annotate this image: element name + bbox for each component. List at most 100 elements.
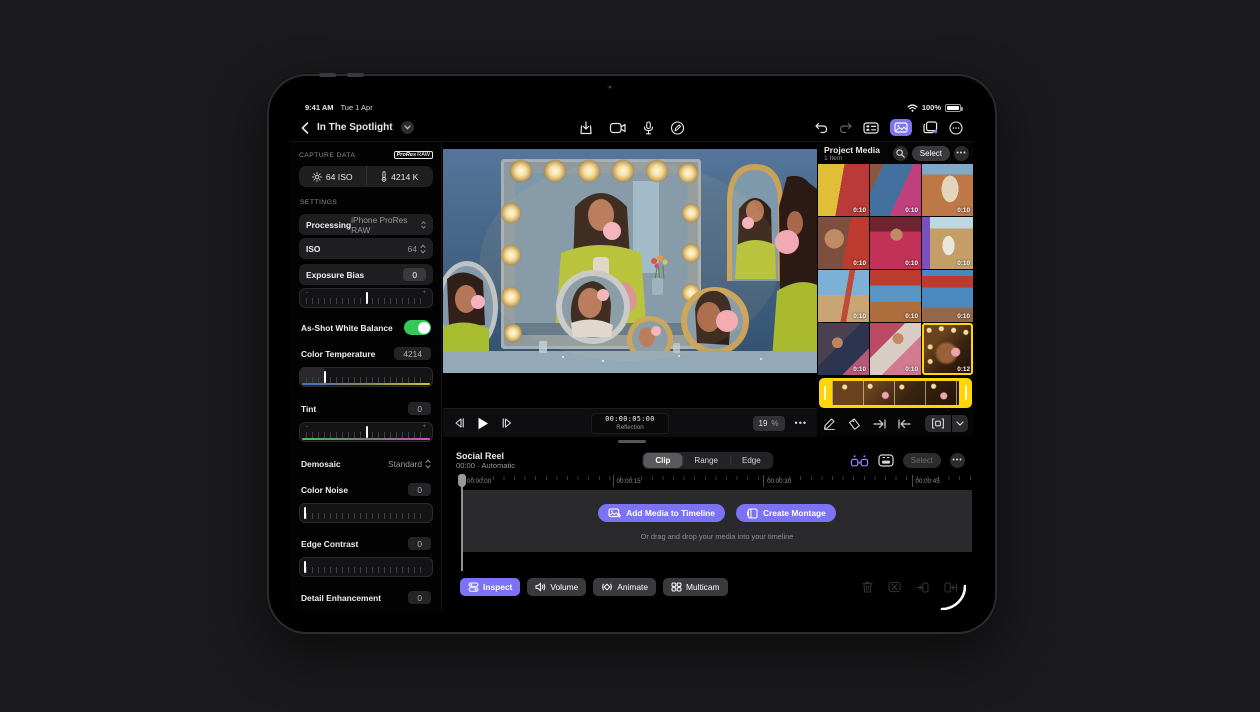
clip-duration: 0:10 — [853, 313, 866, 320]
connect-clips-icon[interactable] — [850, 454, 869, 468]
media-item-count: 1 Item — [824, 155, 880, 162]
trash-icon[interactable] — [862, 581, 873, 593]
volume-down-button — [347, 73, 364, 77]
media-thumbnail[interactable]: 0:10 — [922, 217, 973, 269]
frame-back-icon[interactable] — [453, 418, 464, 428]
white-balance-toggle[interactable] — [404, 320, 431, 335]
media-thumbnail[interactable]: 0:10 — [818, 164, 869, 216]
exposure-bias-slider[interactable]: -+ — [299, 288, 433, 308]
trim-handle-right[interactable] — [965, 386, 967, 400]
playhead-handle[interactable] — [458, 474, 466, 487]
back-icon[interactable] — [301, 122, 309, 134]
demosaic-row[interactable]: Demosaic Standard — [299, 453, 433, 474]
search-icon — [896, 149, 905, 158]
zoom-unit: % — [771, 419, 778, 428]
append-icon[interactable] — [873, 419, 886, 429]
capture-data-heading: CAPTURE DATA — [299, 152, 355, 159]
media-thumbnail[interactable]: 0:10 — [922, 164, 973, 216]
index-browser-icon[interactable] — [863, 122, 879, 134]
animate-button[interactable]: Animate — [593, 578, 656, 596]
volume-button[interactable]: Volume — [527, 578, 586, 596]
timeline-ruler[interactable]: 00:00:0000:00:1500:00:3000:00:45 — [461, 474, 973, 489]
selected-clip-filmstrip[interactable] — [819, 378, 972, 408]
title-menu-button[interactable] — [401, 121, 414, 134]
media-thumbnail[interactable]: 0:10 — [870, 217, 921, 269]
video-viewer[interactable] — [443, 142, 817, 408]
media-thumbnail[interactable]: 0:10 — [922, 270, 973, 322]
processing-row[interactable]: Processing iPhone ProRes RAW — [299, 214, 433, 235]
media-select-button[interactable]: Select — [912, 146, 950, 161]
media-thumbnail-selected[interactable]: 0:12 — [922, 323, 973, 375]
multicam-icon — [671, 582, 682, 592]
multicam-button[interactable]: Multicam — [663, 578, 728, 596]
play-button[interactable] — [477, 417, 489, 430]
blade-icon[interactable] — [888, 581, 901, 593]
exposure-bias-value[interactable]: 0 — [403, 268, 426, 281]
edge-contrast-value[interactable]: 0 — [408, 537, 431, 550]
trim-handle-left[interactable] — [824, 386, 826, 400]
media-more-button[interactable]: ••• — [954, 146, 969, 161]
rename-pencil-icon[interactable] — [823, 417, 836, 430]
color-temperature-value[interactable]: 4214 — [394, 347, 431, 360]
media-browser-toggle[interactable] — [890, 119, 912, 136]
edge-contrast-slider[interactable] — [299, 557, 433, 577]
insert-icon[interactable] — [916, 582, 929, 593]
timeline-more-button[interactable]: ••• — [950, 453, 965, 468]
add-media-button[interactable]: Add Media to Timeline — [598, 504, 725, 522]
overwrite-clip-icon[interactable] — [878, 454, 894, 467]
iso-row[interactable]: ISO 64 — [299, 238, 433, 259]
search-button[interactable] — [893, 146, 908, 161]
volume-up-button — [319, 73, 336, 77]
more-icon[interactable] — [949, 121, 963, 135]
bottom-toolbar: Inspect Volume Animate — [443, 573, 973, 601]
camera-icon[interactable] — [610, 122, 627, 134]
tint-value[interactable]: 0 — [408, 402, 431, 415]
detail-enhancement-value[interactable]: 0 — [408, 591, 431, 604]
frame-forward-icon[interactable] — [502, 418, 513, 428]
prepend-icon[interactable] — [898, 419, 911, 429]
panel-resize-handle[interactable] — [618, 440, 646, 443]
insert-to-timeline-button[interactable] — [925, 415, 951, 432]
inspect-button[interactable]: Inspect — [460, 578, 520, 596]
zoom-level-control[interactable]: 19 % — [753, 416, 785, 431]
import-icon[interactable] — [580, 121, 593, 135]
segment-clip[interactable]: Clip — [643, 453, 682, 468]
animate-icon — [601, 582, 613, 592]
media-thumbnail[interactable]: 0:10 — [818, 270, 869, 322]
zoom-value: 19 — [759, 419, 768, 428]
tag-icon[interactable] — [848, 418, 861, 430]
pencil-annotate-icon[interactable] — [671, 121, 685, 135]
redo-icon[interactable] — [839, 122, 852, 134]
media-thumbnail[interactable]: 0:10 — [818, 323, 869, 375]
project-title[interactable]: In The Spotlight — [317, 122, 393, 133]
tint-slider[interactable]: -+ — [299, 422, 433, 442]
undo-icon[interactable] — [815, 122, 828, 134]
ruler-label: 00:00:45 — [912, 475, 940, 487]
montage-icon — [746, 508, 758, 519]
color-noise-value[interactable]: 0 — [408, 483, 431, 496]
timeline-select-button[interactable]: Select — [903, 453, 941, 468]
sun-icon — [312, 172, 322, 182]
microphone-icon[interactable] — [644, 121, 654, 135]
color-noise-slider[interactable] — [299, 503, 433, 523]
segment-edge[interactable]: Edge — [730, 453, 773, 468]
battery-icon — [945, 104, 961, 112]
stickers-clips-icon[interactable] — [923, 121, 938, 134]
transport-bar: 00:00:05:00 Reflection 19 % ••• — [443, 408, 817, 437]
media-thumbnail[interactable]: 0:10 — [870, 270, 921, 322]
desktop-background: 9:41 AM Tue 1 Apr 100% In The — [0, 0, 1260, 712]
add-media-icon — [608, 508, 621, 518]
media-thumbnail[interactable]: 0:10 — [870, 164, 921, 216]
playhead[interactable] — [461, 474, 463, 571]
segment-range[interactable]: Range — [682, 453, 730, 468]
media-grid: 0:100:100:100:100:100:100:100:100:100:10… — [818, 164, 973, 375]
viewer-more-icon[interactable]: ••• — [795, 418, 807, 428]
media-thumbnail[interactable]: 0:10 — [818, 217, 869, 269]
create-montage-button[interactable]: Create Montage — [736, 504, 836, 522]
clip-duration: 0:10 — [905, 313, 918, 320]
media-thumbnail[interactable]: 0:10 — [870, 323, 921, 375]
timeline-track[interactable]: Add Media to Timeline Create Montage Or … — [462, 490, 972, 552]
edit-options-button[interactable] — [952, 415, 968, 432]
color-temperature-slider[interactable] — [299, 367, 433, 387]
navigation-bar: In The Spotlight — [291, 114, 973, 142]
